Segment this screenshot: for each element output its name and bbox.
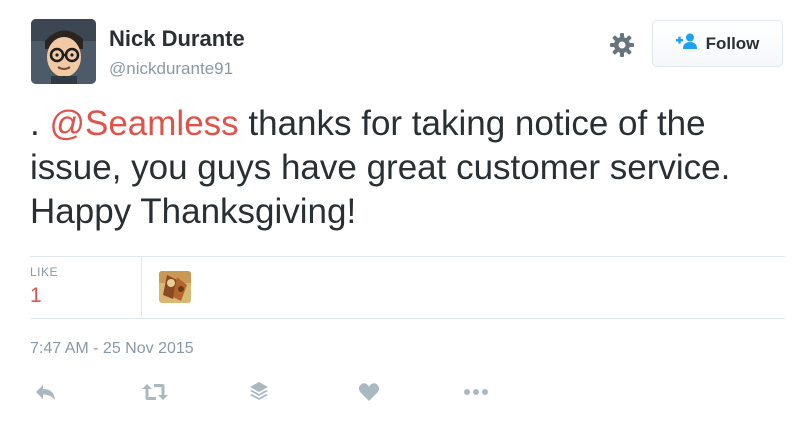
divider [30, 318, 785, 319]
tweet-text: . @Seamless thanks for taking notice of … [30, 102, 790, 234]
add-user-icon [675, 33, 698, 54]
retweet-icon[interactable] [141, 380, 169, 404]
tweet-text-prefix: . [30, 104, 50, 143]
likes-count[interactable]: 1 [30, 284, 42, 308]
heart-icon[interactable] [355, 380, 383, 404]
more-dots-icon[interactable] [462, 380, 490, 404]
likes-label: LIKE [30, 265, 59, 279]
divider [30, 256, 785, 257]
liker-avatar[interactable] [159, 271, 191, 303]
reply-icon[interactable] [32, 380, 60, 404]
user-handle[interactable]: @nickdurante91 [109, 59, 233, 79]
gear-icon[interactable] [608, 31, 636, 59]
tweet-card: Nick Durante @nickdurante91 Follow . @Se… [0, 0, 800, 444]
mention-link[interactable]: @Seamless [49, 104, 238, 143]
follow-button[interactable]: Follow [652, 20, 783, 67]
follow-button-label: Follow [705, 33, 760, 53]
user-name[interactable]: Nick Durante [109, 26, 245, 52]
layers-icon[interactable] [245, 380, 273, 404]
stats-divider [141, 257, 142, 318]
timestamp[interactable]: 7:47 AM - 25 Nov 2015 [30, 340, 194, 358]
avatar[interactable] [31, 19, 96, 84]
avatar-illustration [31, 19, 96, 84]
